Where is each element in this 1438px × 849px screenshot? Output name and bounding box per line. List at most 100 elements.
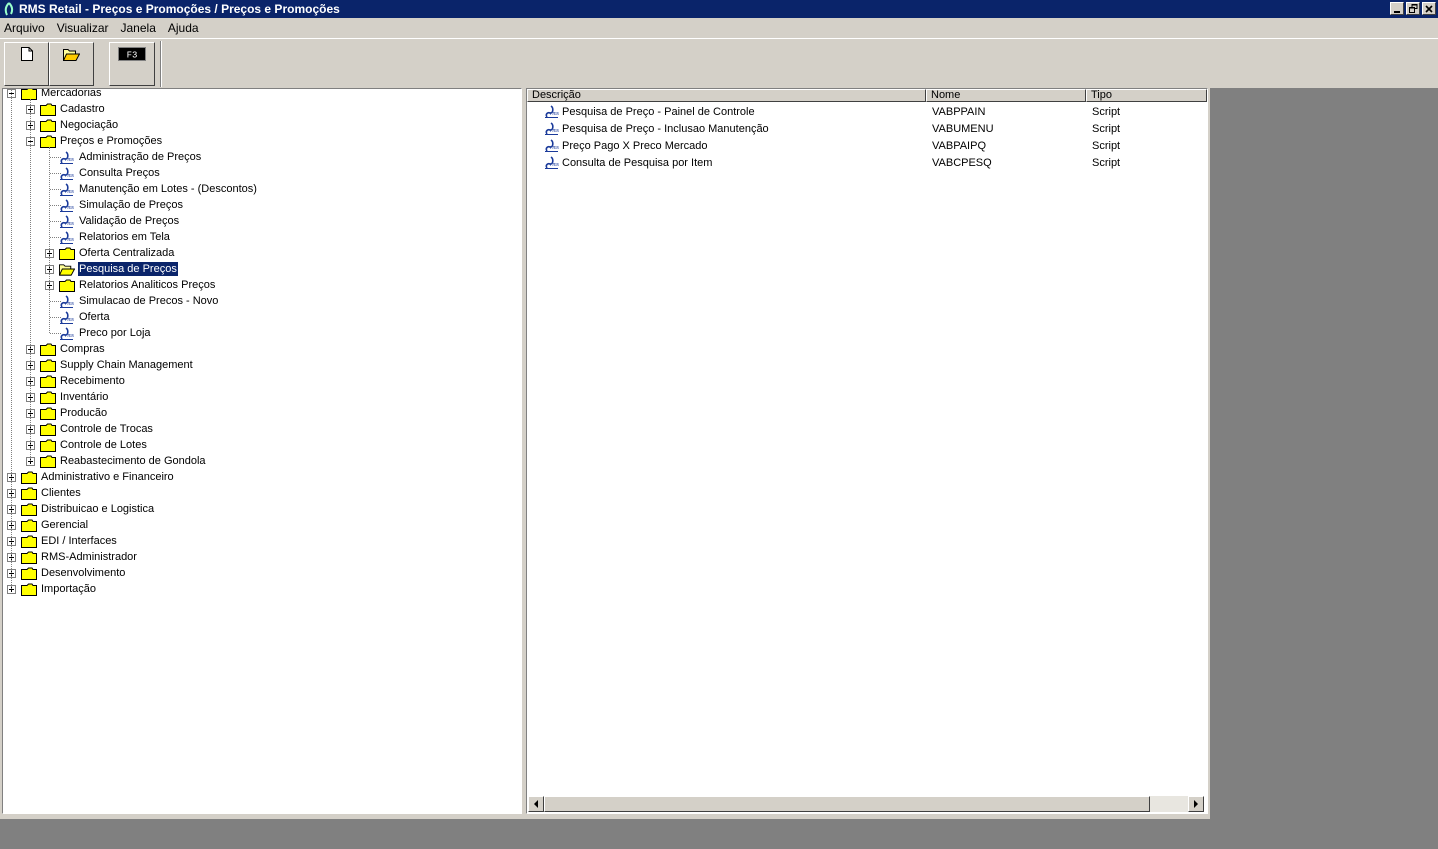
tree-item-label: RMS-Administrador — [41, 551, 137, 563]
list-item-tipo: Script — [1092, 156, 1121, 169]
tree-folder-item[interactable]: Importação — [7, 581, 97, 597]
svg-text:rms: rms — [65, 157, 75, 163]
script-icon: rms — [59, 214, 75, 229]
script-icon: rms — [544, 138, 560, 153]
svg-text:rms: rms — [65, 317, 75, 323]
tree-folder-item[interactable]: Administrativo e Financeiro — [7, 469, 175, 485]
list-item[interactable]: rms Pesquisa de Preço - Inclusao Manutenç… — [527, 120, 1207, 137]
tree-script-item[interactable]: rms Consulta Preços — [45, 165, 161, 181]
open-folder-button[interactable] — [49, 42, 94, 86]
tree-connector-line — [50, 317, 61, 318]
list-view[interactable]: Descrição Nome Tipo rms Pesquisa de Preço… — [526, 88, 1208, 814]
tree-script-item[interactable]: rms Validação de Preços — [45, 213, 180, 229]
folder-icon — [40, 119, 56, 132]
restore-icon[interactable] — [1406, 2, 1420, 15]
tree-folder-item[interactable]: Inventário — [26, 389, 109, 405]
tree-connector-line — [50, 173, 61, 174]
close-icon[interactable] — [1422, 2, 1436, 15]
tree-folder-item[interactable]: Desenvolvimento — [7, 565, 126, 581]
new-document-button[interactable] — [4, 42, 49, 86]
svg-text:rms: rms — [550, 128, 560, 134]
tree-folder-item[interactable]: Compras — [26, 341, 106, 357]
scroll-left-button[interactable] — [528, 796, 544, 812]
tree-item-label: Oferta — [79, 311, 110, 323]
column-header-descricao[interactable]: Descrição — [527, 89, 926, 102]
folder-icon — [40, 407, 56, 420]
horizontal-scrollbar[interactable] — [528, 796, 1204, 812]
tree-item-label: Consulta Preços — [79, 167, 160, 179]
tree-item-label: Recebimento — [60, 375, 125, 387]
title-bar[interactable]: RMS Retail - Preços e Promoções / Preços… — [0, 0, 1438, 18]
menu-visualizar[interactable]: Visualizar — [57, 18, 109, 38]
tree-folder-item[interactable]: Oferta Centralizada — [45, 245, 175, 261]
column-header-tipo[interactable]: Tipo — [1086, 89, 1207, 102]
menu-janela[interactable]: Janela — [121, 18, 156, 38]
scroll-right-button[interactable] — [1188, 796, 1204, 812]
tree-item-label: Supply Chain Management — [60, 359, 193, 371]
tree-script-item[interactable]: rms Relatorios em Tela — [45, 229, 171, 245]
f3-button[interactable]: F3 — [109, 42, 155, 86]
tree-folder-item[interactable]: Producão — [26, 405, 108, 421]
tree-script-item[interactable]: rms Manutenção em Lotes - (Descontos) — [45, 181, 258, 197]
tree-folder-item[interactable]: Mercadorias — [7, 89, 103, 101]
tree-folder-item[interactable]: Negociação — [26, 117, 119, 133]
list-item-descricao: Preço Pago X Preco Mercado — [562, 139, 708, 152]
svg-text:rms: rms — [65, 301, 75, 307]
list-item-nome: VABUMENU — [932, 122, 994, 135]
menu-arquivo[interactable]: Arquivo — [4, 18, 45, 38]
tree-folder-item[interactable]: Recebimento — [26, 373, 126, 389]
tree-item-label: Producão — [60, 407, 108, 419]
folder-icon — [40, 103, 56, 116]
svg-text:rms: rms — [65, 189, 75, 195]
tree-script-item[interactable]: rms Administração de Preços — [45, 149, 202, 165]
tree-folder-item[interactable]: RMS-Administrador — [7, 549, 138, 565]
tree-folder-item[interactable]: EDI / Interfaces — [7, 533, 118, 549]
tree-folder-item[interactable]: Preços e Promoções — [26, 133, 163, 149]
folder-icon — [40, 455, 56, 468]
tree-item-label: Controle de Trocas — [60, 423, 153, 435]
tree-view[interactable]: Mercadorias Cadastro Negociação Preços e Pr… — [2, 88, 522, 814]
tree-folder-item[interactable]: Distribuicao e Logistica — [7, 501, 155, 517]
tree-item-label: Cadastro — [60, 103, 105, 115]
list-item-descricao: Pesquisa de Preço - Inclusao Manutenção — [562, 122, 769, 135]
scroll-thumb[interactable] — [544, 796, 1150, 812]
tree-folder-item[interactable]: Relatorios Analiticos Preços — [45, 277, 216, 293]
tree-folder-item[interactable]: Cadastro — [26, 101, 106, 117]
column-header-nome[interactable]: Nome — [926, 89, 1086, 102]
tree-script-item[interactable]: rms Simulacao de Precos - Novo — [45, 293, 219, 309]
script-icon: rms — [544, 121, 560, 136]
folder-icon — [40, 135, 56, 148]
tree-item-label: Inventário — [60, 391, 109, 403]
menu-ajuda[interactable]: Ajuda — [168, 18, 199, 38]
list-item[interactable]: rms Pesquisa de Preço - Painel de Control… — [527, 103, 1207, 120]
list-item-tipo: Script — [1092, 105, 1121, 118]
tree-folder-item[interactable]: Reabastecimento de Gondola — [26, 453, 207, 469]
tree-connector-line — [30, 99, 31, 461]
list-item[interactable]: rms Consulta de Pesquisa por Item VABCPESQ… — [527, 154, 1207, 171]
tree-item-label: Desenvolvimento — [41, 567, 126, 579]
tree-folder-item[interactable]: Controle de Lotes — [26, 437, 148, 453]
arrow-right-icon — [1194, 800, 1198, 808]
tree-script-item[interactable]: rms Simulação de Preços — [45, 197, 184, 213]
script-icon: rms — [544, 155, 560, 170]
folder-icon — [40, 343, 56, 356]
minimize-icon[interactable] — [1390, 2, 1404, 15]
tree-folder-item[interactable]: Gerencial — [7, 517, 89, 533]
svg-text:rms: rms — [550, 111, 560, 117]
tree-folder-item[interactable]: Pesquisa de Preços — [45, 261, 179, 277]
open-folder-icon — [63, 49, 80, 61]
tree-folder-item[interactable]: Supply Chain Management — [26, 357, 194, 373]
tree-item-label: Simulacao de Precos - Novo — [79, 295, 219, 307]
tree-item-label: Distribuicao e Logistica — [41, 503, 155, 515]
folder-icon — [21, 551, 37, 564]
list-item[interactable]: rms Preço Pago X Preco Mercado VABPAIPQ Scr… — [527, 137, 1207, 154]
folder-icon — [40, 439, 56, 452]
arrow-left-icon — [534, 800, 538, 808]
tree-item-label: Oferta Centralizada — [79, 247, 175, 259]
tree-folder-item[interactable]: Controle de Trocas — [26, 421, 154, 437]
tree-connector-line — [50, 157, 61, 158]
tree-item-label: Validação de Preços — [79, 215, 180, 227]
tree-folder-item[interactable]: Clientes — [7, 485, 82, 501]
svg-text:rms: rms — [65, 237, 75, 243]
script-icon: rms — [59, 150, 75, 165]
